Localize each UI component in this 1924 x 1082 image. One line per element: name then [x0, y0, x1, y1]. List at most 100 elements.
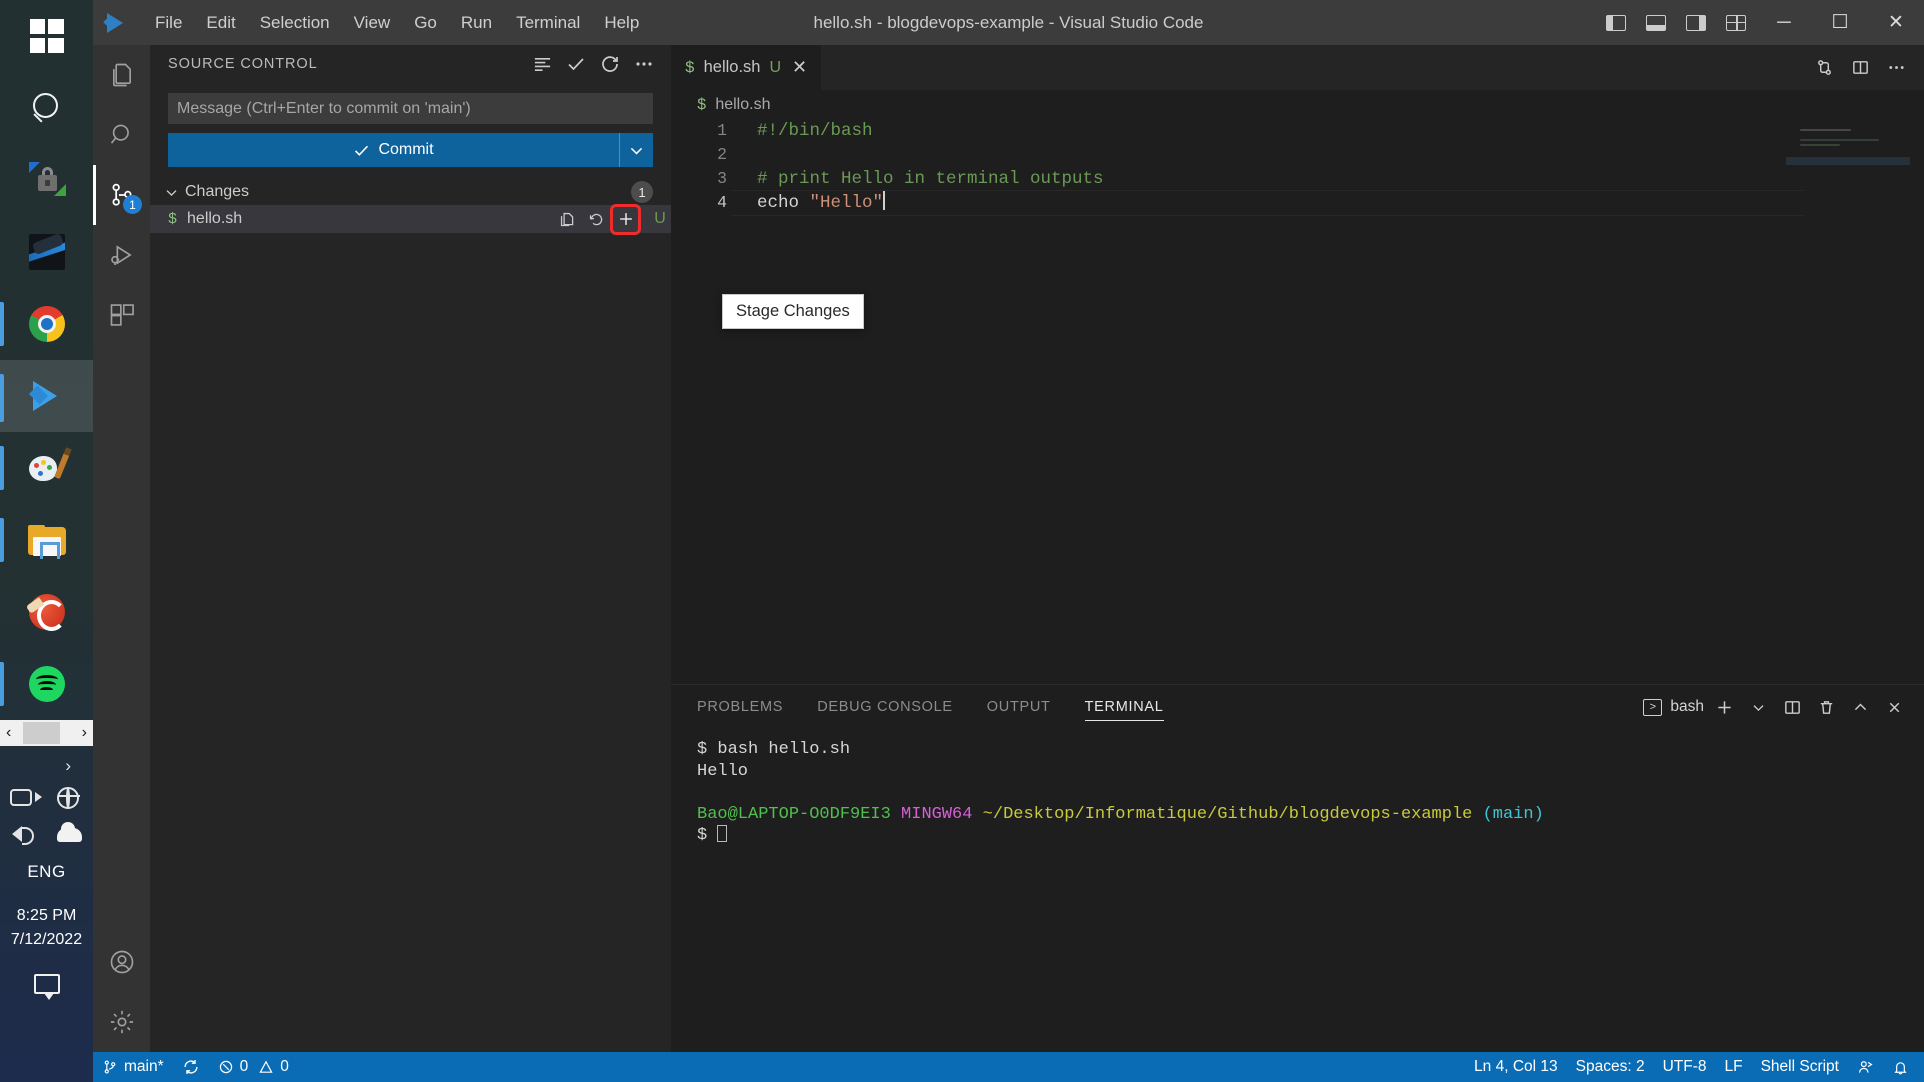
- sidebar-item-run-debug[interactable]: [93, 225, 150, 285]
- camera-icon[interactable]: [10, 785, 36, 811]
- scroll-right-icon[interactable]: ›: [82, 724, 87, 742]
- spotify-app[interactable]: [0, 648, 93, 720]
- tab-terminal[interactable]: TERMINAL: [1084, 685, 1164, 729]
- error-count: 0: [239, 1058, 249, 1075]
- maximize-panel-icon[interactable]: [1847, 694, 1874, 721]
- language-indicator[interactable]: ENG: [27, 862, 65, 882]
- tab-problems[interactable]: PROBLEMS: [697, 685, 783, 729]
- tray-overflow-icon[interactable]: ›: [65, 756, 71, 776]
- status-branch[interactable]: main*: [93, 1052, 173, 1082]
- start-button[interactable]: [0, 0, 93, 72]
- maximize-button[interactable]: ☐: [1812, 0, 1868, 45]
- minimize-button[interactable]: ─: [1756, 0, 1812, 45]
- clock[interactable]: 8:25 PM 7/12/2022: [11, 904, 82, 952]
- view-as-list-icon[interactable]: [527, 49, 557, 79]
- commit-button[interactable]: Commit: [168, 133, 619, 167]
- scm-file-row[interactable]: $ hello.sh U: [150, 203, 671, 235]
- terminal-profile-chevron-down-icon[interactable]: [1745, 694, 1772, 721]
- sidebar-item-search[interactable]: [93, 105, 150, 165]
- ccleaner-app[interactable]: [0, 576, 93, 648]
- paint-app[interactable]: [0, 432, 93, 504]
- status-notifications[interactable]: [1883, 1052, 1918, 1082]
- customize-layout-icon[interactable]: [1716, 0, 1756, 45]
- network-offline-icon[interactable]: [56, 785, 83, 811]
- open-file-icon[interactable]: [554, 206, 581, 233]
- terminal-shell-selector[interactable]: > bash: [1643, 698, 1704, 716]
- terminal-result: Hello: [697, 761, 749, 781]
- manage-settings-button[interactable]: [93, 992, 150, 1052]
- system-tray: › ENG 8:25 PM 7/12/2022: [0, 746, 93, 1082]
- volume-icon[interactable]: [10, 821, 36, 847]
- workbench: 1 SOURCE CONTROL Message (Ctrl+Enter to …: [93, 45, 1924, 1052]
- status-language-mode[interactable]: Shell Script: [1752, 1052, 1848, 1082]
- code-editor[interactable]: 1 #!/bin/bash 2 3 # print Hello in termi…: [671, 119, 1924, 684]
- file-explorer-app[interactable]: [0, 504, 93, 576]
- line-string: "Hello": [809, 193, 884, 213]
- minimap[interactable]: [1786, 129, 1910, 189]
- status-encoding[interactable]: UTF-8: [1654, 1052, 1716, 1082]
- menu-view[interactable]: View: [342, 7, 403, 39]
- accounts-button[interactable]: [93, 932, 150, 992]
- stage-changes-icon[interactable]: [610, 203, 641, 235]
- terminal-icon: >: [1643, 698, 1663, 716]
- chrome-app[interactable]: [0, 288, 93, 360]
- spotify-icon: [28, 666, 65, 702]
- split-editor-icon[interactable]: [1844, 52, 1876, 84]
- menu-go[interactable]: Go: [402, 7, 449, 39]
- wallpaper-app[interactable]: [0, 216, 93, 288]
- breadcrumb[interactable]: $ hello.sh: [671, 90, 1924, 119]
- toggle-panel-icon[interactable]: [1636, 0, 1676, 45]
- editor-tab-hello-sh[interactable]: $ hello.sh U ✕: [671, 45, 823, 90]
- discard-changes-icon[interactable]: [583, 206, 610, 233]
- onedrive-icon[interactable]: [56, 821, 83, 847]
- status-feedback[interactable]: [1848, 1052, 1883, 1082]
- menu-run[interactable]: Run: [449, 7, 504, 39]
- vscode-app[interactable]: [0, 360, 93, 432]
- status-cursor-position[interactable]: Ln 4, Col 13: [1465, 1052, 1567, 1082]
- new-terminal-icon[interactable]: [1711, 694, 1738, 721]
- scrollbar-thumb[interactable]: [23, 722, 60, 744]
- split-terminal-icon[interactable]: [1779, 694, 1806, 721]
- menu-selection[interactable]: Selection: [248, 7, 342, 39]
- bottom-panel: PROBLEMS DEBUG CONSOLE OUTPUT TERMINAL >…: [671, 684, 1924, 1052]
- kill-terminal-icon[interactable]: [1813, 694, 1840, 721]
- changes-group-header[interactable]: Changes 1: [150, 179, 671, 205]
- sidebar-item-extensions[interactable]: [93, 285, 150, 345]
- status-sync[interactable]: [173, 1052, 209, 1082]
- toggle-primary-sidebar-icon[interactable]: [1596, 0, 1636, 45]
- title-bar-right: ─ ☐ ✕: [1596, 0, 1924, 45]
- refresh-icon[interactable]: [595, 49, 625, 79]
- close-panel-icon[interactable]: [1881, 694, 1908, 721]
- taskbar-scrollbar[interactable]: ‹ ›: [0, 720, 93, 746]
- commit-dropdown-button[interactable]: [619, 133, 653, 167]
- tab-output[interactable]: OUTPUT: [987, 685, 1051, 729]
- status-eol[interactable]: LF: [1716, 1052, 1752, 1082]
- commit-row: Commit: [168, 133, 653, 167]
- line-content: # print Hello in terminal outputs: [757, 169, 1104, 189]
- terminal-branch: (main): [1482, 804, 1544, 824]
- tab-debug-console[interactable]: DEBUG CONSOLE: [817, 685, 953, 729]
- menu-terminal[interactable]: Terminal: [504, 7, 592, 39]
- more-actions-icon[interactable]: [629, 49, 659, 79]
- sync-lock-app[interactable]: [0, 144, 93, 216]
- open-changes-icon[interactable]: [1808, 52, 1840, 84]
- commit-check-icon[interactable]: [561, 49, 591, 79]
- sidebar-item-source-control[interactable]: 1: [93, 165, 150, 225]
- search-button[interactable]: [0, 72, 93, 144]
- notifications-icon[interactable]: [33, 974, 60, 1000]
- toggle-secondary-sidebar-icon[interactable]: [1676, 0, 1716, 45]
- commit-message-input[interactable]: Message (Ctrl+Enter to commit on 'main'): [168, 93, 653, 124]
- menu-edit[interactable]: Edit: [194, 7, 247, 39]
- status-problems[interactable]: 0 0: [209, 1052, 298, 1082]
- status-indentation[interactable]: Spaces: 2: [1567, 1052, 1654, 1082]
- menu-file[interactable]: File: [143, 7, 194, 39]
- sidebar-item-explorer[interactable]: [93, 45, 150, 105]
- more-actions-icon[interactable]: [1880, 52, 1912, 84]
- scroll-left-icon[interactable]: ‹: [6, 724, 11, 742]
- close-icon[interactable]: ✕: [792, 57, 807, 78]
- chevron-down-icon: [630, 147, 643, 155]
- menu-help[interactable]: Help: [592, 7, 651, 39]
- tab-label: hello.sh: [703, 58, 761, 76]
- terminal-output[interactable]: $ bash hello.sh Hello Bao@LAPTOP-O0DF9EI…: [671, 729, 1924, 1052]
- close-button[interactable]: ✕: [1868, 0, 1924, 45]
